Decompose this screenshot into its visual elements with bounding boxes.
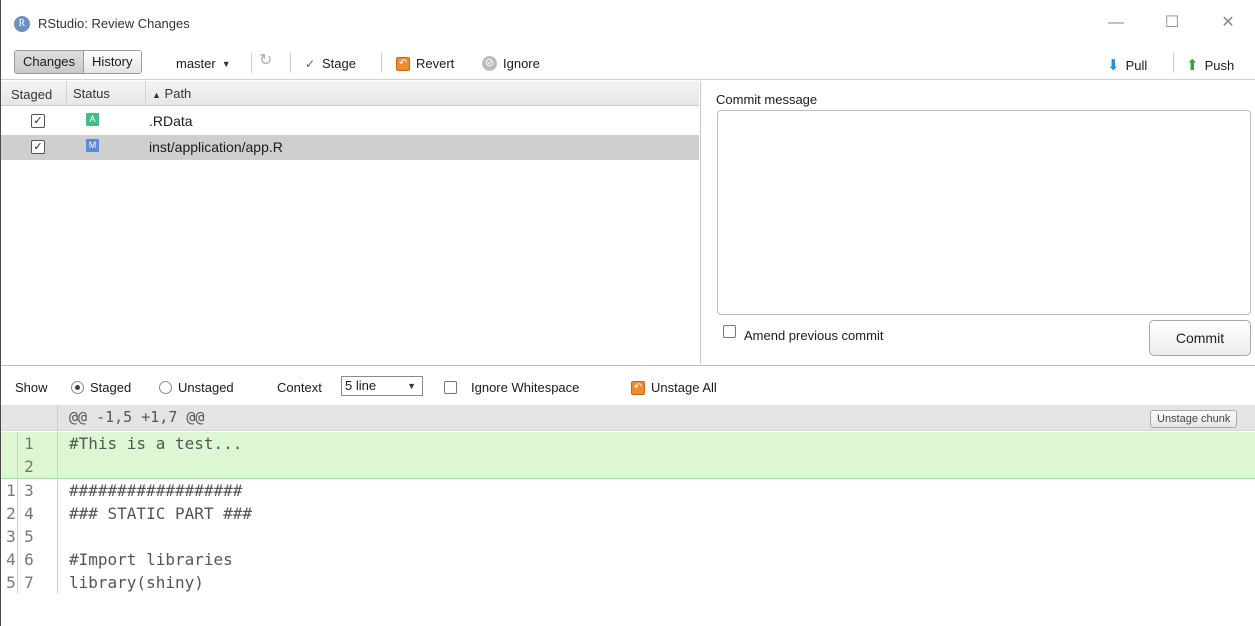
maximize-button[interactable]: ☐	[1152, 8, 1192, 38]
column-header-staged[interactable]: Staged	[11, 87, 52, 102]
ignore-label: Ignore	[503, 56, 540, 71]
column-header-path[interactable]: ▲ Path	[145, 81, 191, 106]
chevron-down-icon: ▼	[407, 381, 416, 391]
code-line: #Import libraries	[69, 550, 233, 569]
refresh-icon: ↻	[259, 52, 273, 69]
revert-button[interactable]: ↶ Revert	[396, 56, 454, 71]
arrow-down-icon: ⬇	[1107, 57, 1120, 74]
chunk-header: @@ -1,5 +1,7 @@ Unstage chunk	[1, 405, 1255, 431]
stage-label: Stage	[322, 56, 356, 71]
toolbar-divider	[1173, 53, 1174, 73]
toolbar-divider	[381, 53, 382, 73]
amend-checkbox[interactable]	[723, 325, 736, 338]
gutter-divider	[57, 405, 58, 594]
context-label: Context	[277, 380, 322, 395]
commit-button[interactable]: Commit	[1149, 320, 1251, 356]
code-line: library(shiny)	[69, 573, 204, 592]
unstage-all-label: Unstage All	[651, 380, 717, 395]
ignore-icon: ⊘	[482, 56, 497, 71]
staged-radio-label: Staged	[90, 380, 132, 395]
new-line-number: 5	[24, 527, 34, 546]
diff-options-bar: Show Staged Unstaged Context 5 line ▼ Ig…	[1, 365, 1255, 405]
context-select[interactable]: 5 line ▼	[341, 376, 423, 396]
toolbar: Changes History master ▼ ↻ ✓ Stage ↶ Rev…	[1, 46, 1255, 80]
new-line-number: 4	[24, 504, 34, 523]
ignore-whitespace-checkbox[interactable]: Ignore Whitespace	[444, 380, 579, 395]
staged-checkbox[interactable]: ✓	[31, 114, 45, 128]
new-line-number: 3	[24, 481, 34, 500]
minimize-button[interactable]: —	[1096, 8, 1136, 38]
checkbox-icon	[444, 381, 457, 394]
chevron-down-icon: ▼	[221, 58, 231, 69]
stage-button[interactable]: ✓ Stage	[304, 56, 356, 71]
code-line: #This is a test...	[69, 434, 243, 453]
pull-button[interactable]: ⬇ Pull	[1107, 56, 1147, 74]
diff-line-added: 1 #This is a test...	[1, 432, 1255, 455]
revert-icon: ↶	[631, 380, 645, 395]
ignore-whitespace-label: Ignore Whitespace	[471, 380, 580, 395]
unstaged-radio[interactable]: Unstaged	[159, 380, 234, 395]
amend-label: Amend previous commit	[744, 328, 884, 343]
show-label: Show	[15, 380, 48, 395]
view-switcher: Changes History	[14, 50, 142, 74]
changed-files-table: Staged Status ▲ Path ✓ A .RData ✓ M inst…	[1, 81, 701, 364]
diff-line-context: 5 7 library(shiny)	[1, 571, 1255, 594]
table-header: Staged Status ▲ Path	[1, 81, 699, 106]
revert-icon: ↶	[396, 56, 410, 71]
code-line: ### STATIC PART ###	[69, 504, 253, 523]
new-line-number: 2	[24, 457, 34, 476]
refresh-button[interactable]: ↻	[259, 52, 273, 69]
chunk-range: @@ -1,5 +1,7 @@	[69, 408, 205, 426]
commit-pane: Commit message Amend previous commit Com…	[707, 81, 1255, 364]
new-line-number: 6	[24, 550, 34, 569]
window-title: RStudio: Review Changes	[38, 16, 190, 31]
sort-ascending-icon: ▲	[152, 90, 161, 100]
tab-changes[interactable]: Changes	[15, 51, 84, 73]
review-changes-window: R RStudio: Review Changes — ☐ ✕ Changes …	[0, 0, 1255, 626]
toolbar-divider	[290, 53, 291, 73]
diff-line-added: 2	[1, 455, 1255, 478]
revert-label: Revert	[416, 56, 455, 71]
diff-line-context: 2 4 ### STATIC PART ###	[1, 502, 1255, 525]
staged-radio[interactable]: Staged	[71, 380, 131, 395]
gutter-divider	[17, 432, 18, 594]
push-label: Push	[1204, 57, 1235, 73]
checkmark-icon: ✓	[304, 56, 316, 71]
staged-checkbox[interactable]: ✓	[31, 140, 45, 154]
table-row[interactable]: ✓ A .RData	[1, 109, 699, 134]
code-line: ##################	[69, 481, 243, 500]
new-line-number: 7	[24, 573, 34, 592]
file-path: .RData	[149, 113, 193, 129]
arrow-up-icon: ⬆	[1186, 57, 1199, 74]
unstage-all-button[interactable]: ↶ Unstage All	[631, 380, 717, 395]
branch-name: master	[176, 56, 216, 71]
diff-line-context: 1 3 ##################	[1, 479, 1255, 502]
status-modified-icon: M	[86, 139, 99, 152]
path-header-label: Path	[164, 86, 192, 101]
radio-selected-icon	[71, 381, 84, 394]
unstaged-radio-label: Unstaged	[178, 380, 234, 395]
unstage-chunk-button[interactable]: Unstage chunk	[1150, 410, 1238, 428]
file-path: inst/application/app.R	[149, 139, 283, 155]
diff-view: @@ -1,5 +1,7 @@ Unstage chunk 1 #This is…	[1, 405, 1255, 626]
radio-unselected-icon	[159, 381, 172, 394]
pull-label: Pull	[1125, 57, 1148, 73]
context-value: 5 line	[345, 378, 377, 393]
rstudio-logo-icon: R	[14, 16, 30, 32]
diff-line-context: 3 5	[1, 525, 1255, 548]
branch-dropdown[interactable]: master ▼	[176, 56, 231, 71]
column-header-status[interactable]: Status	[66, 81, 110, 106]
title-bar: R RStudio: Review Changes — ☐ ✕	[1, 0, 1255, 45]
status-added-icon: A	[86, 113, 99, 126]
tab-history[interactable]: History	[83, 51, 141, 73]
close-button[interactable]: ✕	[1208, 8, 1248, 38]
commit-message-input[interactable]	[717, 110, 1251, 315]
commit-message-label: Commit message	[716, 92, 818, 107]
push-button[interactable]: ⬆ Push	[1186, 56, 1234, 74]
diff-line-context: 4 6 #Import libraries	[1, 548, 1255, 571]
ignore-button[interactable]: ⊘ Ignore	[482, 56, 540, 71]
new-line-number: 1	[24, 434, 34, 453]
toolbar-divider	[251, 53, 252, 73]
table-row[interactable]: ✓ M inst/application/app.R	[1, 135, 699, 160]
